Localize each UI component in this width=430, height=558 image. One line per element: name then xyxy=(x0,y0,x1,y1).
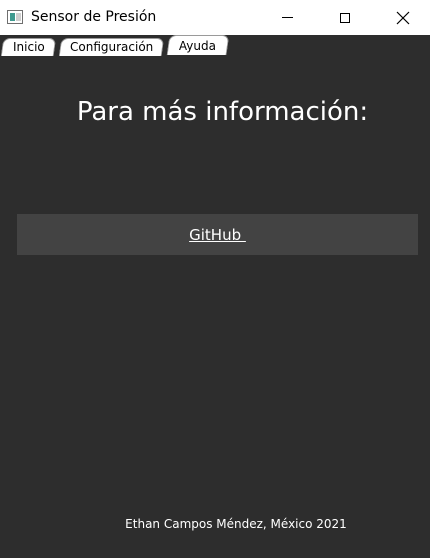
title-bar[interactable]: Sensor de Presión xyxy=(0,0,430,35)
minimize-button[interactable] xyxy=(258,0,316,35)
close-button[interactable] xyxy=(374,0,430,35)
tab-label: Configuración xyxy=(69,40,154,54)
window-title: Sensor de Presión xyxy=(31,9,157,25)
close-icon xyxy=(396,11,410,24)
tab-label: Ayuda xyxy=(179,39,217,53)
page-heading: Para más información: xyxy=(76,97,369,127)
tab-configuracion[interactable]: Configuración xyxy=(58,38,165,56)
link-panel: GitHub xyxy=(17,214,418,255)
minimize-icon xyxy=(281,17,293,18)
maximize-button[interactable] xyxy=(316,0,374,35)
app-window: Sensor de Presión Inicio Configuración A… xyxy=(0,0,430,558)
tab-ayuda[interactable]: Ayuda xyxy=(166,35,230,55)
tab-label: Inicio xyxy=(12,40,45,54)
tab-inicio[interactable]: Inicio xyxy=(0,38,57,56)
tab-bar: Inicio Configuración Ayuda xyxy=(0,35,430,56)
github-link[interactable]: GitHub xyxy=(189,226,246,244)
maximize-icon xyxy=(340,12,350,23)
footer-credit: Ethan Campos Méndez, México 2021 xyxy=(125,517,347,531)
app-window-icon xyxy=(7,10,23,24)
